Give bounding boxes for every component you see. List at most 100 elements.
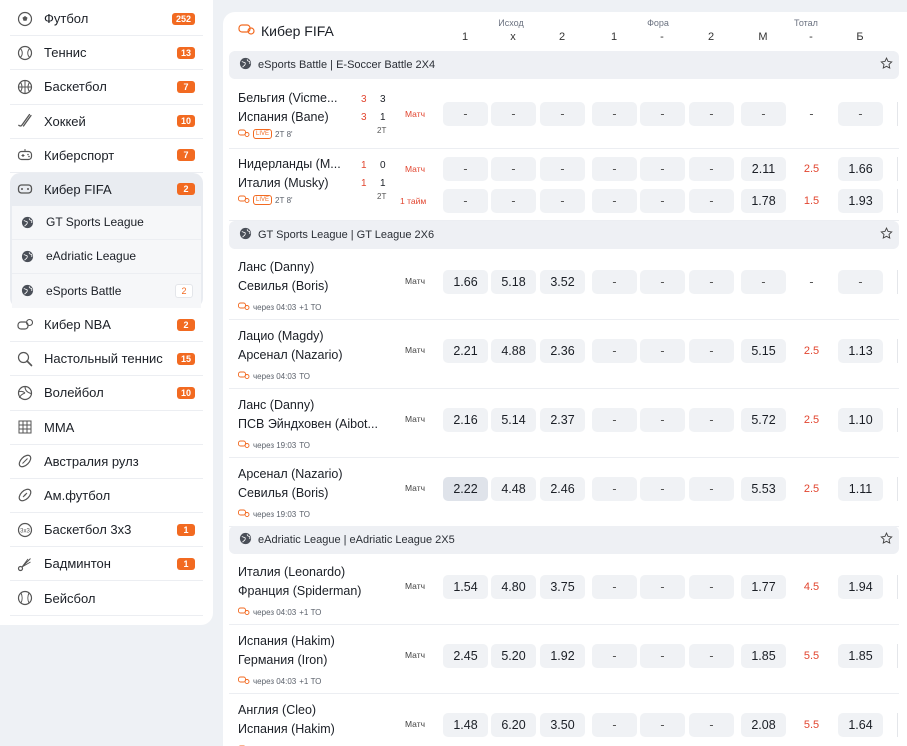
- odds-button[interactable]: -: [592, 408, 637, 432]
- odds-button[interactable]: -: [689, 339, 734, 363]
- odds-button[interactable]: 5.72: [741, 408, 786, 432]
- odds-button[interactable]: -: [640, 477, 685, 501]
- odds-button[interactable]: 2.45: [443, 644, 488, 668]
- odds-button[interactable]: -: [540, 157, 585, 181]
- sidebar-item-tennis-ball[interactable]: Теннис 13: [10, 36, 203, 71]
- odds-button[interactable]: 1.66: [838, 157, 883, 181]
- sidebar-subitem[interactable]: eAdriatic League: [12, 240, 201, 274]
- sidebar-item-basketball[interactable]: Баскетбол 7: [10, 70, 203, 105]
- odds-button[interactable]: 1.78: [741, 189, 786, 213]
- odds-button[interactable]: 2.46: [540, 477, 585, 501]
- odds-button[interactable]: -: [540, 189, 585, 213]
- sidebar-item-cyber-nba[interactable]: Кибер NBA 2: [10, 308, 203, 343]
- odds-button[interactable]: 6.20: [491, 713, 536, 737]
- odds-button[interactable]: -: [592, 644, 637, 668]
- odds-button[interactable]: 1.13: [838, 339, 883, 363]
- odds-button[interactable]: 1.93: [838, 189, 883, 213]
- odds-button[interactable]: 1.10: [838, 408, 883, 432]
- odds-button[interactable]: -: [741, 270, 786, 294]
- odds-button[interactable]: -: [689, 157, 734, 181]
- odds-button[interactable]: 5.14: [491, 408, 536, 432]
- odds-button[interactable]: 2.11: [741, 157, 786, 181]
- odds-button[interactable]: -: [592, 339, 637, 363]
- sidebar-item-gamepad[interactable]: Киберспорт 7: [10, 139, 203, 173]
- odds-button[interactable]: -: [491, 102, 536, 126]
- odds-button[interactable]: -: [640, 644, 685, 668]
- odds-button[interactable]: -: [640, 408, 685, 432]
- odds-button[interactable]: 1.48: [443, 713, 488, 737]
- odds-button[interactable]: 2.21: [443, 339, 488, 363]
- odds-button[interactable]: -: [838, 102, 883, 126]
- sidebar-item-baseball[interactable]: Бейсбол: [10, 581, 203, 616]
- sidebar-item-hockey-stick[interactable]: Хоккей 10: [10, 105, 203, 139]
- odds-button[interactable]: -: [592, 270, 637, 294]
- odds-button[interactable]: 2.16: [443, 408, 488, 432]
- odds-button[interactable]: 1.85: [838, 644, 883, 668]
- odds-button[interactable]: -: [540, 102, 585, 126]
- odds-button[interactable]: -: [592, 157, 637, 181]
- event-row[interactable]: Арсенал (Nazario) Севилья (Boris) через 19…: [229, 458, 899, 527]
- odds-button[interactable]: -: [689, 644, 734, 668]
- odds-button[interactable]: -: [640, 102, 685, 126]
- odds-button[interactable]: -: [491, 157, 536, 181]
- odds-button[interactable]: -: [689, 270, 734, 294]
- odds-button[interactable]: -: [689, 477, 734, 501]
- favorite-star-icon[interactable]: [880, 532, 893, 548]
- sidebar-item-cyber-fifa[interactable]: Кибер FIFA 2: [10, 173, 203, 206]
- odds-button[interactable]: -: [443, 157, 488, 181]
- odds-button[interactable]: -: [689, 189, 734, 213]
- odds-button[interactable]: -: [592, 477, 637, 501]
- odds-button[interactable]: -: [592, 102, 637, 126]
- odds-button[interactable]: 4.88: [491, 339, 536, 363]
- sidebar-item-soccer-ball[interactable]: Футбол 252: [10, 2, 203, 37]
- odds-button[interactable]: 1.77: [741, 575, 786, 599]
- event-row[interactable]: Ланс (Danny) ПСВ Эйндховен (Aibot... через…: [229, 389, 899, 458]
- odds-button[interactable]: 1.64: [838, 713, 883, 737]
- odds-button[interactable]: 3.50: [540, 713, 585, 737]
- event-row[interactable]: Нидерланды (M... Италия (Musky) 1 1 0 1 2Т LIVE…: [229, 149, 899, 221]
- event-row[interactable]: Бельгия (Vicme... Испания (Bane) 3 3 3 1 2Т LIV…: [229, 83, 899, 149]
- odds-button[interactable]: -: [491, 189, 536, 213]
- odds-button[interactable]: 1.11: [838, 477, 883, 501]
- odds-button[interactable]: 3.75: [540, 575, 585, 599]
- sidebar-item-shuttlecock[interactable]: Бадминтон 1: [10, 547, 203, 582]
- favorite-star-icon[interactable]: [880, 227, 893, 243]
- odds-button[interactable]: 5.53: [741, 477, 786, 501]
- sidebar-item-volleyball[interactable]: Волейбол 10: [10, 376, 203, 411]
- odds-button[interactable]: 1.54: [443, 575, 488, 599]
- sidebar-item-mma[interactable]: MMA: [10, 411, 203, 445]
- odds-button[interactable]: -: [640, 575, 685, 599]
- odds-button[interactable]: 4.48: [491, 477, 536, 501]
- odds-button[interactable]: 3.52: [540, 270, 585, 294]
- odds-button[interactable]: 2.37: [540, 408, 585, 432]
- odds-button[interactable]: 5.15: [741, 339, 786, 363]
- odds-button[interactable]: 1.85: [741, 644, 786, 668]
- odds-button[interactable]: -: [640, 189, 685, 213]
- odds-button[interactable]: -: [640, 270, 685, 294]
- event-row[interactable]: Англия (Cleo)Испания (Hakim)через 19:03+…: [229, 694, 899, 746]
- odds-button[interactable]: -: [592, 189, 637, 213]
- odds-button[interactable]: -: [443, 102, 488, 126]
- event-row[interactable]: Ланс (Danny) Севилья (Boris) через 04:03 +1…: [229, 251, 899, 320]
- odds-button[interactable]: 5.20: [491, 644, 536, 668]
- odds-button[interactable]: 1.66: [443, 270, 488, 294]
- odds-button[interactable]: -: [592, 713, 637, 737]
- odds-button[interactable]: -: [689, 408, 734, 432]
- odds-button[interactable]: -: [741, 102, 786, 126]
- odds-button[interactable]: 2.36: [540, 339, 585, 363]
- odds-button[interactable]: -: [443, 189, 488, 213]
- odds-button[interactable]: -: [640, 713, 685, 737]
- event-row[interactable]: Италия (Leonardo) Франция (Spiderman) чере…: [229, 556, 899, 625]
- odds-button[interactable]: 2.08: [741, 713, 786, 737]
- odds-button[interactable]: 2.22: [443, 477, 488, 501]
- event-row[interactable]: Лацио (Magdy) Арсенал (Nazario) через 04:0…: [229, 320, 899, 389]
- odds-button[interactable]: -: [592, 575, 637, 599]
- sidebar-subitem[interactable]: eSports Battle 2: [12, 274, 201, 308]
- event-row[interactable]: Испания (Hakim) Германия (Iron) через 04:0…: [229, 625, 899, 694]
- odds-button[interactable]: -: [640, 339, 685, 363]
- sidebar-subitem[interactable]: GT Sports League: [12, 206, 201, 240]
- odds-button[interactable]: 4.80: [491, 575, 536, 599]
- odds-button[interactable]: -: [838, 270, 883, 294]
- sidebar-item-table-tennis[interactable]: Настольный теннис 15: [10, 342, 203, 377]
- odds-button[interactable]: -: [689, 575, 734, 599]
